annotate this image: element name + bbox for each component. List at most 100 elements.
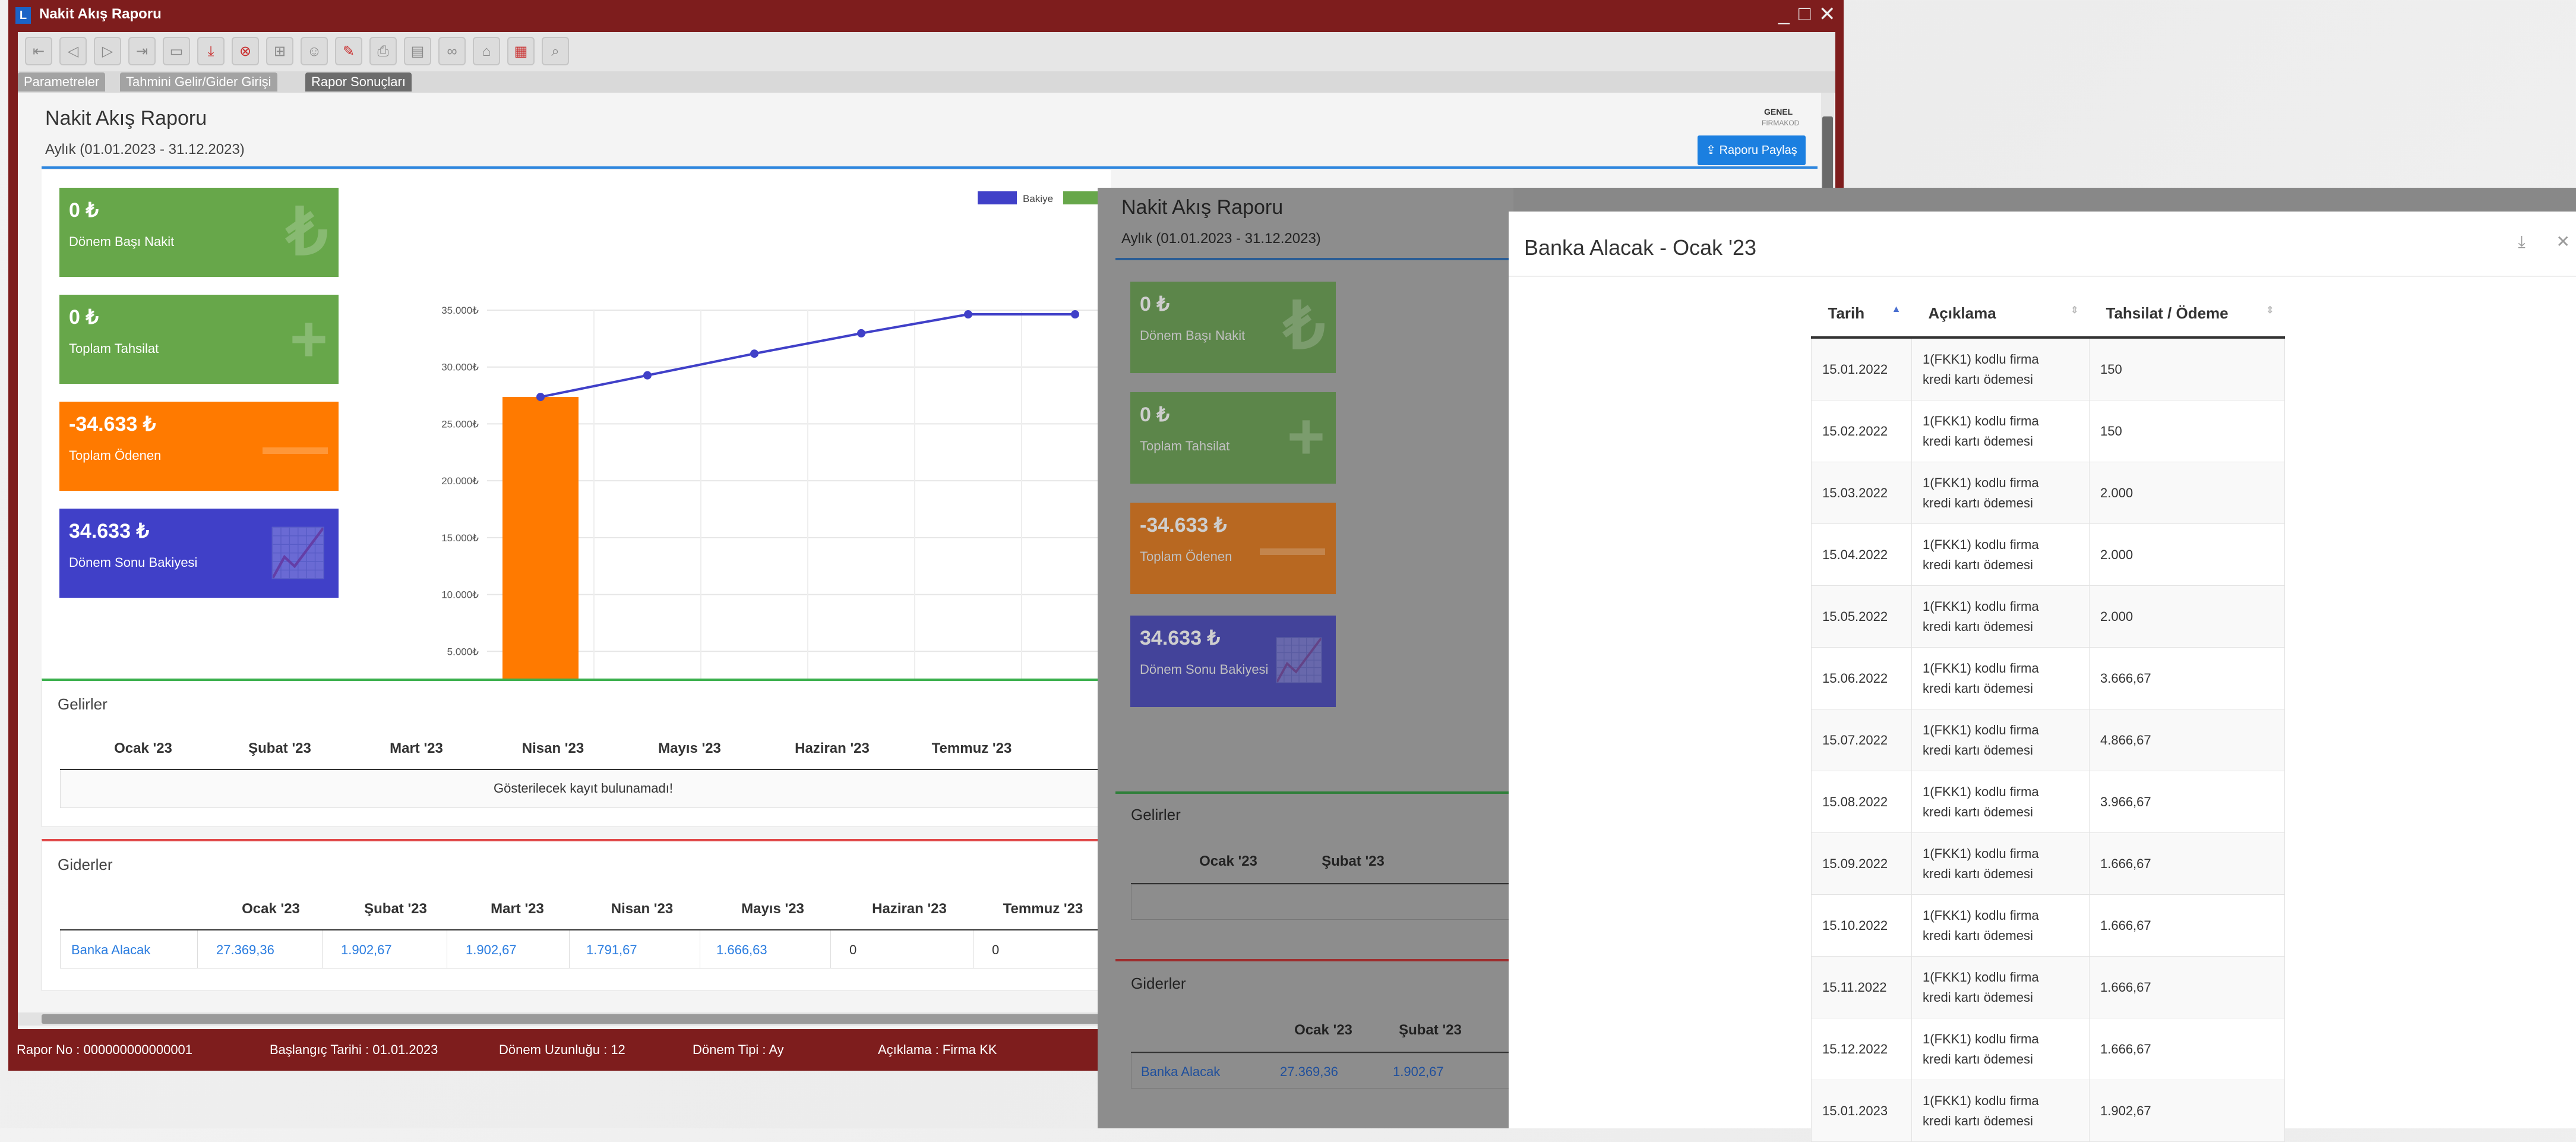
aciklama-line-1: 1(FKK1) kodlu firma (1923, 846, 2039, 861)
giderler-cell-link[interactable]: 1.902,67 (341, 942, 392, 958)
overlay-gelirler-col: Şubat '23 (1322, 853, 1385, 869)
search-icon[interactable]: ⌕ (542, 37, 569, 65)
maximize-button[interactable]: □ (1799, 2, 1811, 26)
overlay-giderler-cell: 1.902,67 (1393, 1064, 1444, 1079)
minus-icon: — (263, 409, 328, 482)
modal-title: Banka Alacak - Ocak '23 (1524, 235, 1757, 260)
giderler-cell-link[interactable]: 1.791,67 (586, 942, 637, 958)
col-aciklama[interactable]: Açıklama ⇕ (1911, 290, 2090, 339)
corner-label-firma: FIRMAKOD (1762, 119, 1800, 127)
overlay-giderler-row: Banka Alacak 27.369,36 1.902,67 (1131, 1053, 1513, 1089)
cell-tarih: 15.02.2022 (1811, 400, 1912, 462)
aciklama-line-1: 1(FKK1) kodlu firma (1923, 413, 2039, 428)
aciklama-line-2: kredi kartı ödemesi (1923, 1113, 2033, 1128)
card-label: Dönem Sonu Bakiyesi (69, 555, 198, 570)
folder-icon[interactable]: ▭ (163, 37, 190, 65)
giderler-cell-link[interactable]: 27.369,36 (216, 942, 274, 958)
aciklama-line-1: 1(FKK1) kodlu firma (1923, 598, 2039, 614)
cell-tutar: 3.966,67 (2089, 771, 2285, 833)
giderler-cell-link[interactable]: 1.902,67 (466, 942, 517, 958)
download-icon[interactable]: ⤓ (2518, 232, 2525, 251)
card-donem-basi-nakit: 0 ₺ Dönem Başı Nakit ₺ (59, 188, 339, 277)
aciklama-line-1: 1(FKK1) kodlu firma (1923, 1093, 2039, 1108)
col-tarih[interactable]: Tarih ▲ (1811, 290, 1912, 339)
edit-icon[interactable]: ✎ (335, 37, 362, 65)
aciklama-line-1: 1(FKK1) kodlu firma (1923, 907, 2039, 923)
minimize-button[interactable]: _ (1778, 2, 1790, 26)
detail-modal: Banka Alacak - Ocak '23 ⤓ ✕ Tarih ▲ Açıkl… (1509, 212, 2576, 1142)
print-icon[interactable]: ⎙ (369, 37, 397, 65)
plus-icon: + (289, 302, 328, 376)
table-row: 15.08.2022 1(FKK1) kodlu firma kredi kartı… (1811, 771, 2285, 833)
bakiye-point (1071, 310, 1079, 319)
document-icon[interactable]: ▤ (404, 37, 431, 65)
cell-tarih: 15.11.2022 (1811, 956, 1912, 1018)
share-report-button[interactable]: ⇪ Raporu Paylaş (1698, 135, 1806, 165)
window-title: Nakit Akış Raporu (39, 6, 162, 22)
gelirler-col: Nisan '23 (521, 740, 584, 756)
giderler-col: Nisan '23 (611, 901, 674, 917)
chart-icon: 📈 (1273, 637, 1325, 683)
next-record-icon[interactable]: ▷ (94, 37, 121, 65)
overlay-gelirler-title: Gelirler (1131, 806, 1181, 824)
giderler-cell-link[interactable]: 1.666,63 (716, 942, 767, 958)
close-button[interactable]: ✕ (1819, 2, 1836, 26)
card-label: Toplam Ödenen (69, 448, 162, 463)
gelirler-col: Ocak '23 (114, 740, 172, 756)
lira-icon: ₺ (1284, 289, 1325, 362)
banka-alacak-link[interactable]: Banka Alacak (71, 942, 150, 958)
status-aciklama: Açıklama : Firma KK (878, 1042, 997, 1057)
lira-icon: ₺ (286, 195, 328, 269)
overlay-report-title: Nakit Akış Raporu (1121, 196, 1284, 219)
prev-record-icon[interactable]: ◁ (59, 37, 87, 65)
excel-icon[interactable]: ▦ (507, 37, 535, 65)
giderler-col: Mayıs '23 (741, 901, 804, 917)
title-bar: L Nakit Akış Raporu _ □ ✕ (8, 0, 1844, 31)
giderler-col: Temmuz '23 (1003, 901, 1083, 917)
giderler-cell: 0 (992, 942, 1000, 957)
table-row: 15.01.2022 1(FKK1) kodlu firma kredi kartı… (1811, 337, 2285, 400)
share-report-label: Raporu Paylaş (1719, 144, 1797, 157)
card-value: 0 ₺ (69, 306, 99, 329)
cancel-icon[interactable]: ⊗ (232, 37, 259, 65)
tab-tahmini-gelir-gider[interactable]: Tahmini Gelir/Gider Girişi (120, 72, 277, 92)
cell-aciklama: 1(FKK1) kodlu firma kredi kartı ödemesi (1911, 462, 2090, 524)
table-row: 15.05.2022 1(FKK1) kodlu firma kredi kartı… (1811, 585, 2285, 648)
overlay-giderler-col: Ocak '23 (1294, 1022, 1352, 1038)
cell-tutar: 150 (2089, 337, 2285, 400)
cell-aciklama: 1(FKK1) kodlu firma kredi kartı ödemesi (1911, 1018, 2090, 1080)
export-icon[interactable]: ⊞ (266, 37, 293, 65)
col-tahsilat-odeme[interactable]: Tahsilat / Ödeme ⇕ (2089, 290, 2285, 339)
cell-tarih: 15.09.2022 (1811, 832, 1912, 895)
tab-bar: Parametreler Tahmini Gelir/Gider Girişi … (18, 71, 1835, 93)
aciklama-line-1: 1(FKK1) kodlu firma (1923, 537, 2039, 552)
aciklama-line-2: kredi kartı ödemesi (1923, 680, 2033, 696)
col-aciklama-label: Açıklama (1928, 304, 1996, 322)
giderler-title: Giderler (58, 856, 113, 873)
table-row: 15.06.2022 1(FKK1) kodlu firma kredi kartı… (1811, 647, 2285, 709)
cell-tutar: 1.666,67 (2089, 1018, 2285, 1080)
cell-tarih: 15.04.2022 (1811, 523, 1912, 586)
card-label: Toplam Tahsilat (1140, 438, 1230, 453)
user-icon[interactable]: ☺ (301, 37, 328, 65)
link-icon[interactable]: ∞ (438, 37, 466, 65)
overlay-divider (1115, 258, 1513, 260)
last-record-icon[interactable]: ⇥ (128, 37, 156, 65)
tab-parametreler[interactable]: Parametreler (18, 72, 106, 92)
aciklama-line-1: 1(FKK1) kodlu firma (1923, 784, 2039, 799)
first-record-icon[interactable]: ⇤ (25, 37, 52, 65)
y-tick-label: 10.000₺ (441, 589, 479, 601)
aciklama-line-2: kredi kartı ödemesi (1923, 371, 2033, 387)
giderler-row: Banka Alacak 27.369,36 1.902,67 1.902,67… (60, 930, 1105, 969)
aciklama-line-1: 1(FKK1) kodlu firma (1923, 475, 2039, 490)
legend-label-bakiye: Bakiye (1023, 193, 1053, 204)
hscroll-thumb[interactable] (42, 1014, 1111, 1024)
tab-rapor-sonuclari[interactable]: Rapor Sonuçları (305, 72, 412, 92)
lock-icon[interactable]: ⌂ (473, 37, 500, 65)
aciklama-line-1: 1(FKK1) kodlu firma (1923, 660, 2039, 676)
close-icon[interactable]: ✕ (2556, 232, 2570, 251)
gelirler-empty-row: Gösterilecek kayıt bulunamadı! (60, 770, 1105, 808)
app-logo-icon: L (15, 7, 31, 24)
download-icon[interactable]: ⤓ (197, 37, 225, 65)
gelirler-col: Temmuz '23 (931, 740, 1012, 756)
